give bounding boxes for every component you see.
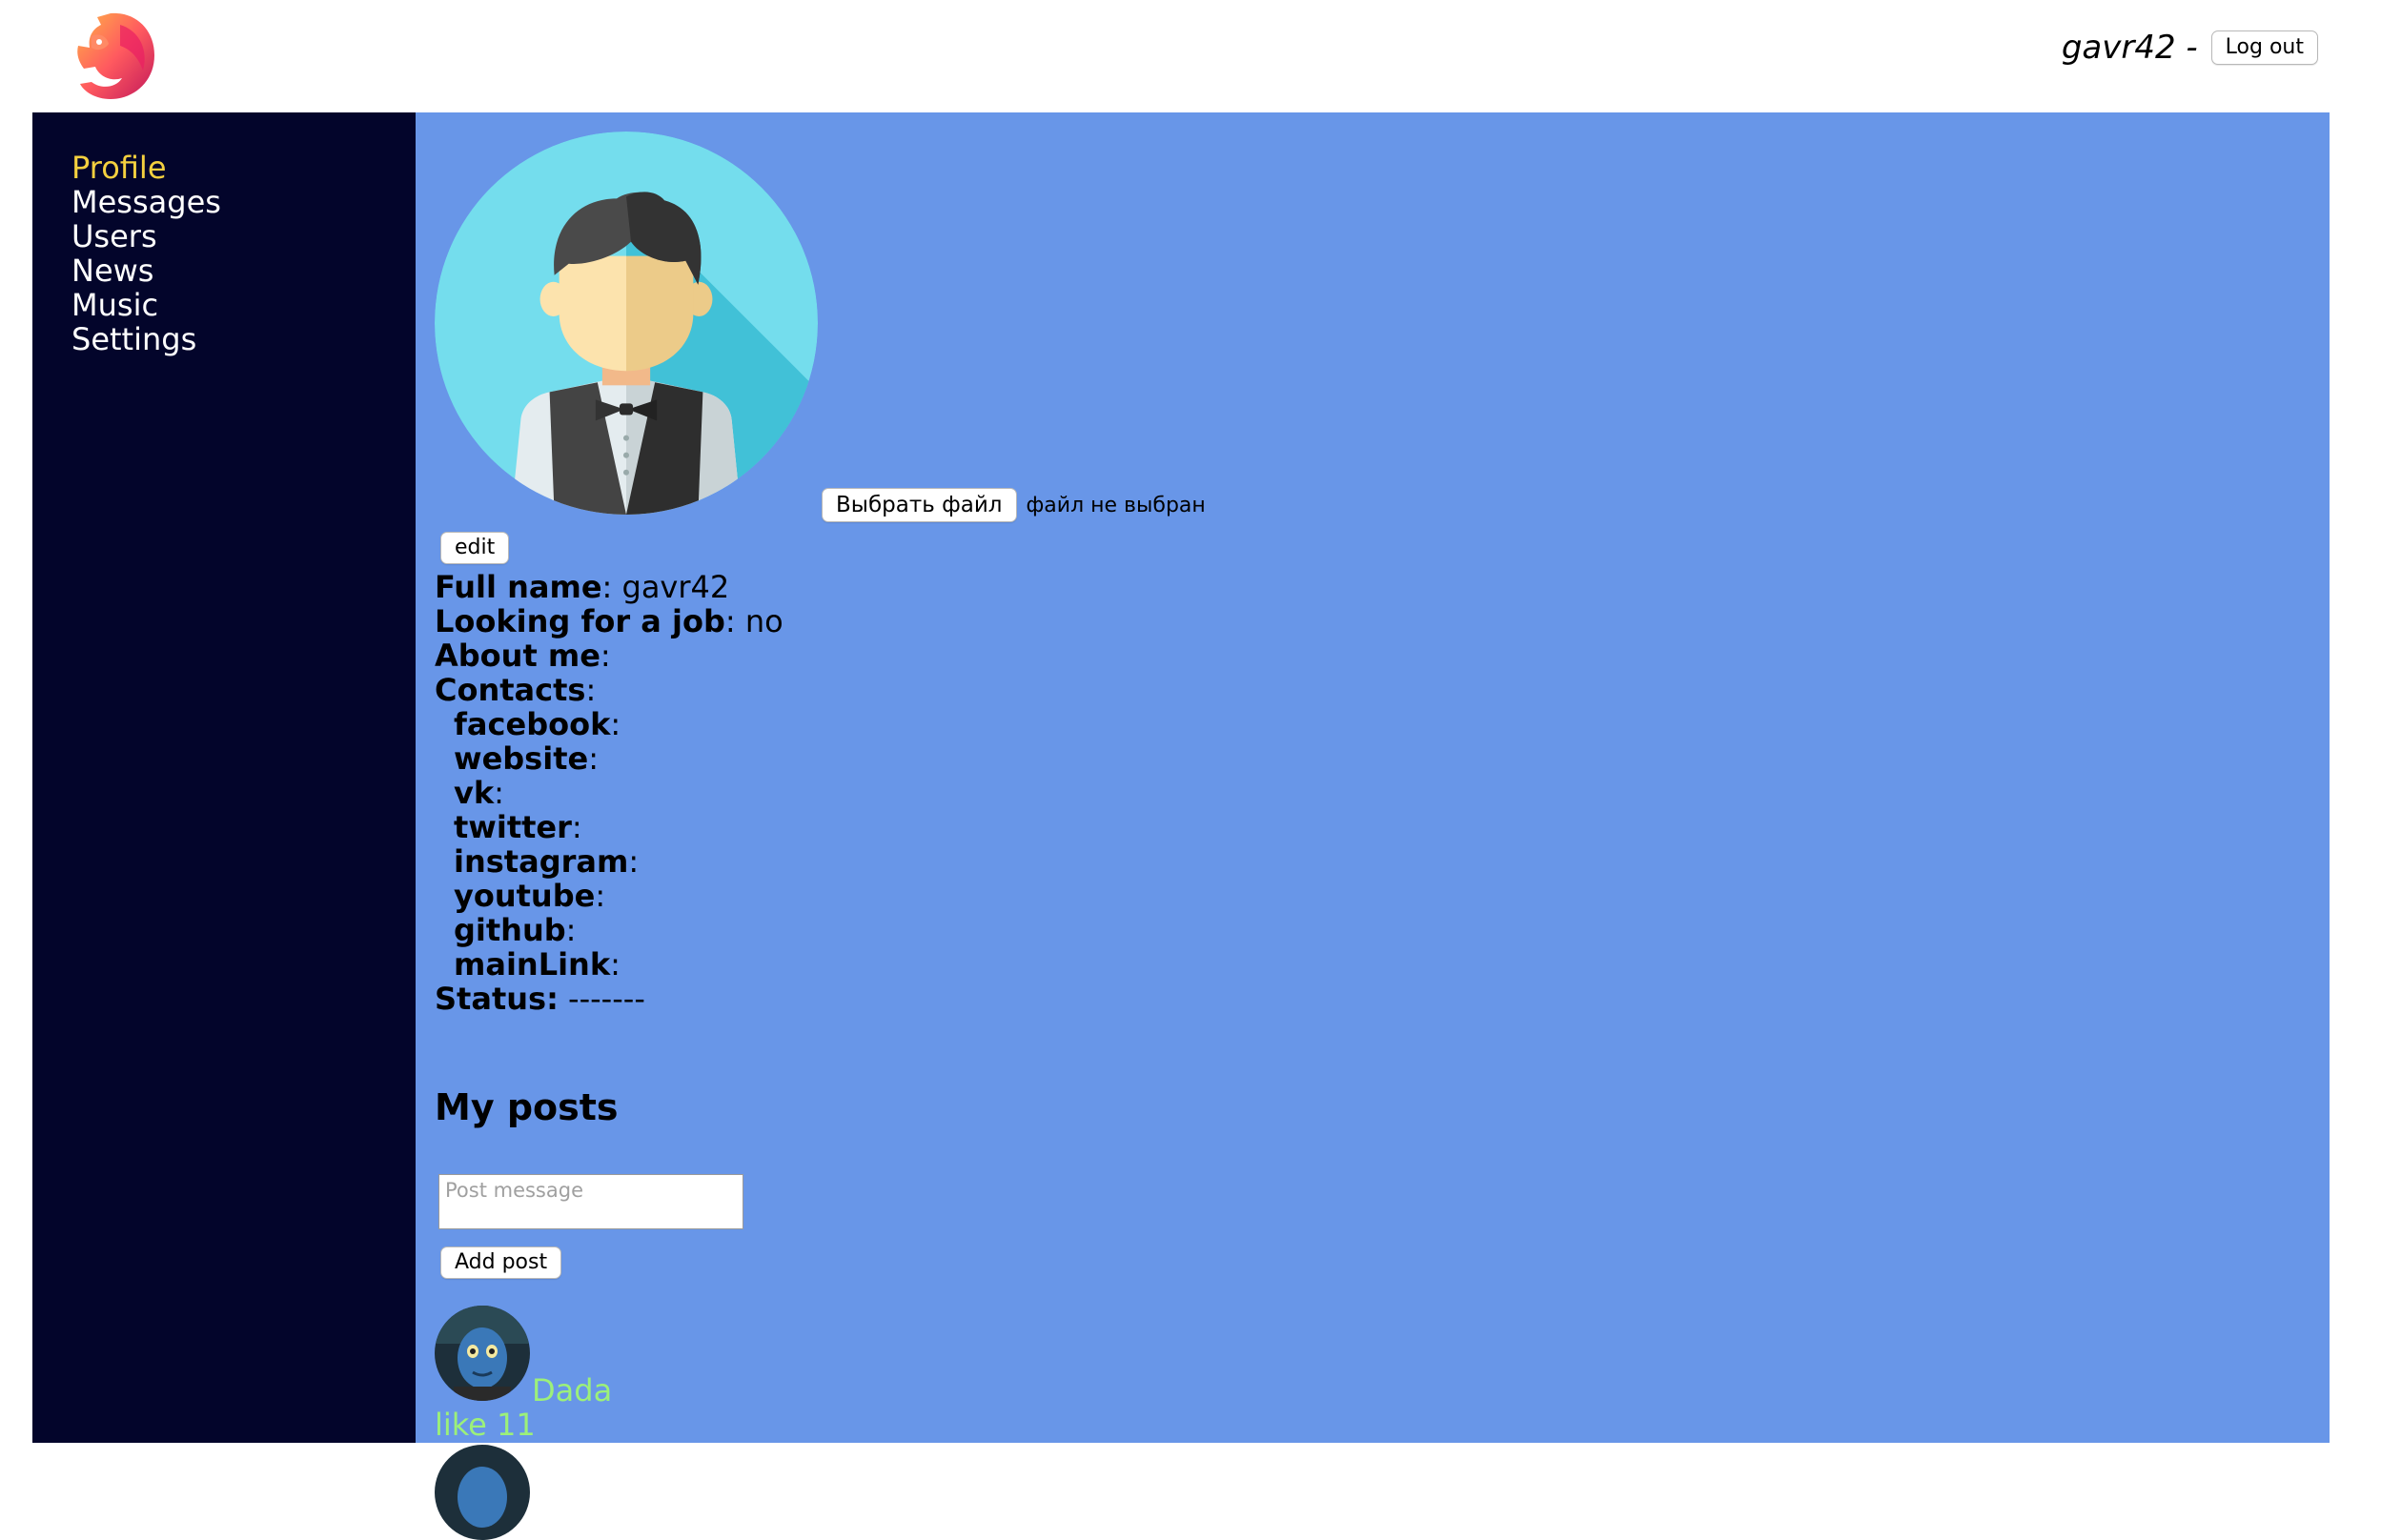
- contact-vk: vk:: [454, 775, 504, 811]
- status-label: Status:: [435, 981, 559, 1017]
- contact-label: github: [454, 912, 566, 948]
- profile-info: Full name: gavr42 Looking for a job: no …: [435, 570, 783, 1016]
- status-row: Status: -------: [435, 982, 783, 1016]
- status-value[interactable]: -------: [568, 981, 645, 1017]
- contact-label: instagram: [454, 843, 629, 880]
- post-avatar: [435, 1445, 530, 1540]
- add-post-button[interactable]: Add post: [440, 1246, 562, 1279]
- logout-button[interactable]: Log out: [2210, 30, 2318, 65]
- contacts-label: Contacts: [435, 672, 586, 708]
- login-block: gavr42 - Log out: [2062, 27, 2318, 69]
- header: gavr42 - Log out: [0, 0, 2381, 112]
- post-likes[interactable]: like 11: [435, 1407, 536, 1443]
- sidebar-item-settings[interactable]: Settings: [71, 322, 221, 356]
- job-value: no: [744, 603, 783, 639]
- sidebar-item-news[interactable]: News: [71, 253, 221, 288]
- contact-label: vk: [454, 775, 495, 811]
- contact-label: facebook: [454, 706, 611, 742]
- about-label: About me: [435, 638, 600, 674]
- contacts-row: Contacts:: [435, 672, 597, 708]
- main-content: Выбрать файл файл не выбран edit Full na…: [416, 112, 2330, 1540]
- contact-label: website: [454, 740, 589, 777]
- contact-youtube: youtube:: [454, 878, 606, 914]
- full-name-row: Full name: gavr42: [435, 569, 730, 605]
- contact-instagram: instagram:: [454, 843, 640, 880]
- contact-label: youtube: [454, 878, 596, 914]
- contact-mainlink: mainLink:: [454, 946, 621, 983]
- contact-label: mainLink: [454, 946, 611, 983]
- file-status: файл не выбран: [1026, 493, 1206, 517]
- sidebar-item-messages[interactable]: Messages: [71, 185, 221, 219]
- about-row: About me:: [435, 638, 611, 674]
- edit-button[interactable]: edit: [440, 532, 510, 564]
- post-message-input[interactable]: [438, 1174, 743, 1229]
- file-upload-row: Выбрать файл файл не выбран: [822, 488, 1206, 522]
- post-author: Dada: [532, 1372, 613, 1408]
- choose-file-button[interactable]: Выбрать файл: [822, 488, 1017, 522]
- contact-twitter: twitter:: [454, 809, 582, 845]
- contact-facebook: facebook:: [454, 706, 621, 742]
- full-name-label: Full name: [435, 569, 602, 605]
- sidebar-item-music[interactable]: Music: [71, 288, 221, 322]
- post-avatar: [435, 1306, 530, 1401]
- contact-website: website:: [454, 740, 599, 777]
- sidebar-item-users[interactable]: Users: [71, 219, 221, 253]
- job-row: Looking for a job: no: [435, 603, 783, 639]
- lion-logo-icon[interactable]: [63, 8, 158, 103]
- posts-title: My posts: [435, 1086, 619, 1128]
- sidebar-item-profile[interactable]: Profile: [71, 151, 221, 185]
- contact-label: twitter: [454, 809, 572, 845]
- user-avatar-icon: [435, 132, 818, 515]
- full-name-value: gavr42: [621, 569, 730, 605]
- login-name: gavr42 -: [2061, 29, 2198, 67]
- job-label: Looking for a job: [435, 603, 725, 639]
- sidebar: Profile Messages Users News Music Settin…: [32, 112, 416, 1443]
- sidebar-nav: Profile Messages Users News Music Settin…: [71, 151, 221, 356]
- contact-github: github:: [454, 912, 577, 948]
